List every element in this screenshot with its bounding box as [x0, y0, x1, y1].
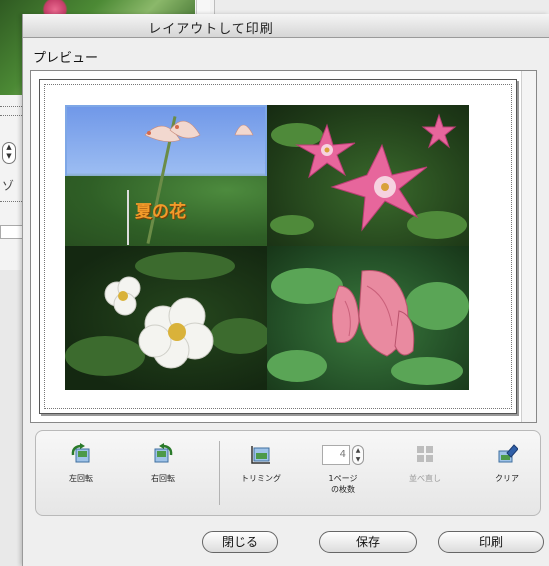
- background-stepper[interactable]: ▲ ▼: [2, 142, 16, 164]
- paper-page: 夏の花: [39, 79, 517, 414]
- clear-button[interactable]: クリア: [474, 443, 540, 484]
- photo-cell-1[interactable]: 夏の花: [65, 105, 267, 246]
- photo-cell-3[interactable]: [65, 246, 267, 390]
- arrange-label: 並べ直し: [409, 474, 441, 483]
- background-glyph: ゾ: [2, 179, 15, 193]
- close-button[interactable]: 閉じる: [202, 531, 278, 553]
- photo-cell-4[interactable]: [267, 246, 469, 390]
- photo-cell-2[interactable]: [267, 105, 469, 246]
- arrange-grid-icon: [417, 446, 433, 462]
- rotate-left-label: 左回転: [69, 474, 93, 483]
- clear-label: クリア: [495, 474, 519, 483]
- preview-label: プレビュー: [33, 51, 99, 66]
- per-page-label-line2: の枚数: [331, 485, 355, 494]
- eraser-icon: [498, 444, 518, 463]
- rotate-right-label: 右回転: [151, 474, 175, 483]
- white-rose-icon: [65, 252, 267, 376]
- title-bar: レイアウトして印刷: [23, 14, 549, 38]
- photo-caption: 夏の花: [135, 202, 186, 222]
- photos-per-page-control: 4 ▲ ▼ 1ページ の枚数: [310, 443, 376, 495]
- trim-button[interactable]: トリミング: [228, 443, 294, 484]
- rotate-right-icon: [154, 443, 173, 463]
- tool-panel: 左回転 右回転 トリミング 4 ▲ ▼ 1ページ の枚数 並べ直し クリア: [35, 430, 541, 516]
- rotate-right-button[interactable]: 右回転: [130, 443, 196, 484]
- per-page-label-line1: 1ページ: [328, 474, 358, 483]
- photo-grid: 夏の花: [65, 105, 469, 390]
- clematis-icon: [270, 113, 467, 239]
- preview-area: 夏の花: [30, 70, 537, 423]
- photos-per-page-stepper[interactable]: ▲ ▼: [352, 445, 364, 465]
- photos-per-page-field[interactable]: 4: [322, 445, 350, 465]
- crop-icon: [251, 446, 270, 464]
- preview-scrollbar[interactable]: [521, 71, 536, 422]
- print-button[interactable]: 印刷: [438, 531, 544, 553]
- pink-bract-icon: [267, 268, 469, 385]
- save-button[interactable]: 保存: [319, 531, 417, 553]
- lily-icon: [144, 120, 265, 164]
- rotate-left-icon: [71, 443, 90, 463]
- toolbar-divider: [219, 441, 220, 505]
- layout-print-sheet: レイアウトして印刷 プレビュー 夏の花 左回転 右回転 トリミング 4 ▲ ▼ …: [22, 14, 549, 566]
- rotate-left-button[interactable]: 左回転: [48, 443, 114, 484]
- trim-label: トリミング: [241, 474, 281, 483]
- arrange-button[interactable]: 並べ直し: [392, 443, 458, 484]
- window-title: レイアウトして印刷: [148, 22, 274, 37]
